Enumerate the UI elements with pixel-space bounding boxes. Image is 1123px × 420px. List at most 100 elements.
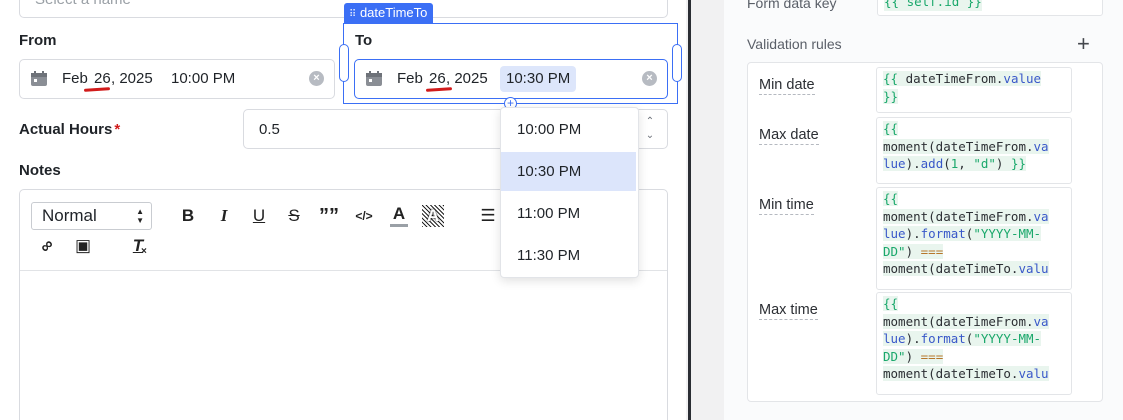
component-tag[interactable]: ⠿ dateTimeTo <box>344 3 434 23</box>
from-month: Feb <box>62 70 88 87</box>
code-line-text: DD") === <box>883 243 944 259</box>
code-token: format <box>920 226 966 242</box>
code-line-text: {{ <box>883 121 899 136</box>
validation-rules-label: Validation rules <box>747 36 842 52</box>
font-color-icon[interactable]: A <box>388 203 410 227</box>
code-token: "YYYY-MM- <box>973 331 1042 347</box>
actual-hours-value: 0.5 <box>259 121 280 138</box>
rule-value-max-time[interactable]: {{ moment(dateTimeFrom.va lue).format("YYY… <box>876 292 1072 395</box>
code-line-text: moment(dateTimeFrom.va <box>883 208 1049 224</box>
panel-resize-divider[interactable] <box>688 0 691 420</box>
code-line: {{ <box>883 295 1071 313</box>
code-token: value <box>1003 71 1042 86</box>
code-icon[interactable]: </> <box>353 205 375 227</box>
required-mark: * <box>114 121 121 138</box>
calendar-icon <box>31 71 47 86</box>
code-token: ) <box>905 243 921 259</box>
rule-value-min-time[interactable]: {{moment(dateTimeFrom.va lue).format("YYY… <box>876 187 1072 290</box>
link-icon[interactable]: ∞ <box>31 230 62 261</box>
editor-content-area[interactable] <box>20 271 667 420</box>
background-color-icon[interactable]: A <box>422 205 444 227</box>
code-line: moment(dateTimeFrom.va <box>883 313 1071 331</box>
code-token: {{ <box>883 121 899 136</box>
code-token: dateTimeFrom. <box>905 71 1004 86</box>
code-line-text: moment(dateTimeFrom.va <box>883 313 1049 329</box>
to-time[interactable]: 10:30 PM <box>500 66 577 92</box>
code-token: va <box>1033 208 1049 224</box>
code-line: lue).add(1, "d") }} <box>883 155 1071 173</box>
strikethrough-icon[interactable]: S <box>283 205 305 227</box>
code-line: moment(dateTimeFrom.va <box>883 208 1071 226</box>
code-token: va <box>1033 138 1049 154</box>
form-data-key-value: {{ self.id }} <box>884 0 982 11</box>
code-token: ). <box>905 156 921 172</box>
to-month: Feb <box>397 70 423 87</box>
code-line-text: {{ dateTimeFrom.value <box>883 71 1042 86</box>
code-line: lue).format("YYYY-MM- <box>883 330 1071 348</box>
time-option[interactable]: 11:00 PM <box>501 194 636 233</box>
stepper-up-icon[interactable]: ⌃ <box>643 116 657 127</box>
code-token: add <box>920 156 944 172</box>
from-day: 26 <box>94 70 111 87</box>
font-color-bar <box>390 224 408 227</box>
form-data-key-input[interactable]: {{ self.id }} <box>877 0 1103 16</box>
font-color-glyph: A <box>392 204 406 223</box>
drag-handle-icon[interactable]: ⠿ <box>349 9 356 20</box>
to-label: To <box>355 32 373 49</box>
ordered-list-icon[interactable]: ☰ <box>477 205 499 227</box>
add-rule-icon[interactable]: + <box>1077 33 1090 55</box>
app-canvas: Select a name ⌄ From Feb 26 , 2025 10:00… <box>0 0 686 420</box>
code-line: DD") === <box>883 243 1071 261</box>
time-option[interactable]: 10:00 PM <box>501 110 636 149</box>
code-token: "d" <box>973 156 996 172</box>
select-arrows-icon: ▲ ▼ <box>136 207 144 225</box>
format-select[interactable]: Normal ▲ ▼ <box>31 202 152 230</box>
rule-label-min-date: Min date <box>759 77 815 95</box>
code-token: valu <box>1018 366 1049 382</box>
resize-handle-left[interactable] <box>339 44 349 82</box>
code-token: {{ <box>883 296 899 311</box>
from-label: From <box>19 32 57 49</box>
calendar-icon <box>366 71 382 86</box>
code-token: moment(dateTimeFrom. <box>883 138 1034 154</box>
from-datetime-input[interactable]: Feb 26 , 2025 10:00 PM × <box>19 59 335 99</box>
code-token: lue <box>883 156 906 172</box>
notes-label: Notes <box>19 162 61 179</box>
code-token: lue <box>883 226 906 242</box>
code-token: DD" <box>883 243 906 259</box>
italic-icon[interactable]: I <box>213 205 235 227</box>
code-line-text: moment(dateTimeFrom.va <box>883 138 1049 154</box>
code-line: DD") === <box>883 348 1071 366</box>
bold-icon[interactable]: B <box>177 205 199 227</box>
resize-handle-right[interactable] <box>672 44 682 82</box>
to-year: , 2025 <box>446 70 488 87</box>
code-line-text: lue).format("YYYY-MM- <box>883 331 1042 347</box>
clear-icon[interactable]: × <box>642 71 657 86</box>
quote-icon[interactable]: ”” <box>318 205 340 227</box>
rule-label-max-time: Max time <box>759 302 818 320</box>
clear-format-x: × <box>141 246 147 257</box>
code-token: moment(dateTimeFrom. <box>883 313 1034 329</box>
code-line: moment(dateTimeTo.valu <box>883 365 1071 383</box>
rule-value-max-date[interactable]: {{ moment(dateTimeFrom.va lue).add(1, "d")… <box>876 117 1072 184</box>
code-line-text: {{ <box>883 296 899 311</box>
time-option[interactable]: 11:30 PM <box>501 236 636 275</box>
code-line: {{ dateTimeFrom.value <box>883 70 1071 88</box>
clear-icon[interactable]: × <box>309 71 324 86</box>
time-option-selected[interactable]: 10:30 PM <box>501 152 636 191</box>
to-day: 26 <box>429 70 446 87</box>
time-dropdown: 10:00 PM 10:30 PM 11:00 PM 11:30 PM <box>500 107 639 278</box>
image-icon[interactable]: ▣ <box>72 235 94 257</box>
underline-icon[interactable]: U <box>248 205 270 227</box>
actual-hours-label-text: Actual Hours <box>19 121 113 138</box>
code-line: {{ <box>883 190 1071 208</box>
clear-format-icon[interactable]: T × <box>127 235 149 257</box>
rule-value-min-date[interactable]: {{ dateTimeFrom.value}} <box>876 67 1072 113</box>
to-datetime-input[interactable]: Feb 26 , 2025 10:30 PM × <box>354 59 668 99</box>
code-line-text: {{ <box>883 191 899 206</box>
code-line: }} <box>883 88 1071 106</box>
component-name: dateTimeTo <box>359 5 428 20</box>
code-token: === <box>920 243 944 259</box>
code-line: moment(dateTimeTo.valu <box>883 260 1071 278</box>
stepper-down-icon[interactable]: ⌄ <box>643 130 657 141</box>
